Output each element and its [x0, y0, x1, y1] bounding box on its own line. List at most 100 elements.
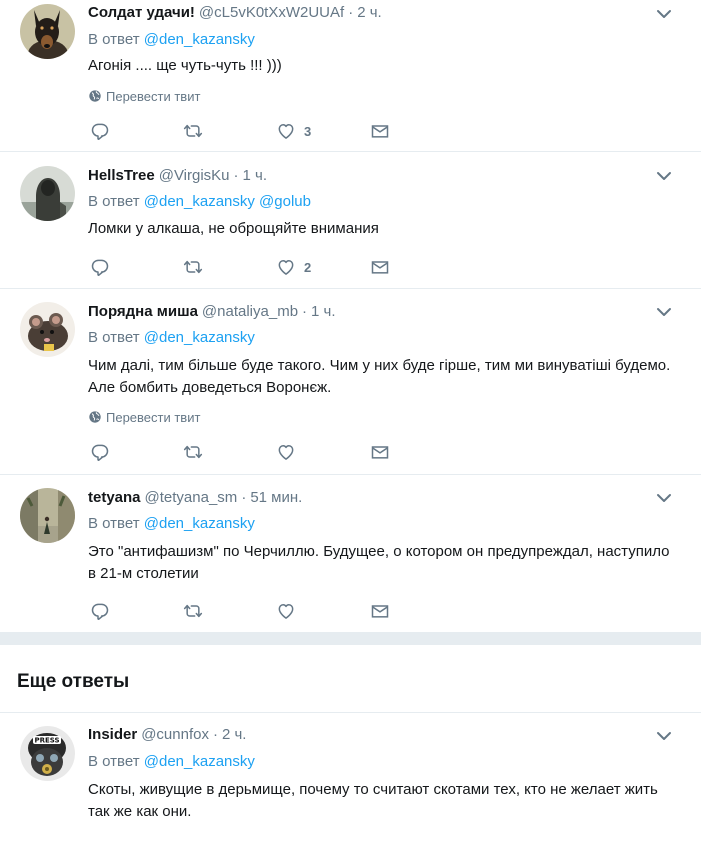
reply-prefix: В ответ: [88, 515, 140, 532]
tweet-header: Insider @cunnfox · 2 ч.: [88, 725, 246, 745]
direct-message-button[interactable]: [370, 120, 390, 142]
tweet[interactable]: Порядна миша @nataliya_mb · 1 ч. В ответ @d…: [0, 289, 701, 475]
heart-icon: [276, 601, 296, 621]
tweet-text: Агонія .... ще чуть-чуть !!! ))): [88, 57, 282, 74]
separator-dot: ·: [212, 726, 218, 743]
globe-icon: [88, 410, 102, 424]
separator-dot: ·: [348, 4, 354, 21]
retweet-button[interactable]: [183, 441, 203, 463]
gas-mask-press-avatar[interactable]: PRESS: [20, 726, 75, 781]
like-count: 2: [304, 259, 312, 275]
reply-to: В ответ @den_kazansky: [88, 30, 255, 50]
tweet-text: Скоты, живущие в дерьмище, почему то счи…: [88, 781, 658, 820]
tweet-actions: 2: [88, 256, 408, 278]
envelope-icon: [370, 121, 390, 141]
reply-prefix: В ответ: [88, 31, 140, 48]
retweet-button[interactable]: [183, 120, 203, 142]
like-count: 3: [304, 123, 312, 139]
rat-avatar[interactable]: [20, 302, 75, 357]
like-button[interactable]: [276, 441, 304, 463]
mention-link[interactable]: @den_kazansky: [144, 193, 255, 210]
tweet-header: tetyana @tetyana_sm · 51 мин.: [88, 488, 302, 508]
mention-link[interactable]: @den_kazansky: [144, 329, 255, 346]
retweet-button[interactable]: [183, 256, 203, 278]
reply-to: В ответ @den_kazansky: [88, 328, 255, 348]
timestamp[interactable]: 1 ч.: [311, 303, 336, 320]
retweet-icon: [183, 601, 203, 621]
translate-label[interactable]: Перевести твит: [106, 89, 200, 104]
tweet[interactable]: HellsTree @VirgisKu · 1 ч. В ответ @den_kaz…: [0, 152, 701, 289]
chevron-down-icon[interactable]: [654, 4, 674, 24]
retweet-icon: [183, 442, 203, 462]
tweet[interactable]: Солдат удачи! @cL5vK0tXxW2UUAf · 2 ч. В отв…: [0, 0, 701, 152]
reply-prefix: В ответ: [88, 193, 140, 210]
translate-link[interactable]: Перевести твит: [88, 410, 200, 426]
reply-button[interactable]: [90, 441, 110, 463]
retweet-icon: [183, 121, 203, 141]
author-name[interactable]: Порядна миша: [88, 303, 198, 320]
chevron-down-icon[interactable]: [654, 488, 674, 508]
author-handle[interactable]: @tetyana_sm: [145, 489, 238, 506]
retweet-button[interactable]: [183, 600, 203, 622]
timestamp[interactable]: 1 ч.: [243, 167, 268, 184]
doberman-avatar[interactable]: [20, 4, 75, 59]
like-button[interactable]: 3: [276, 120, 311, 142]
tweet-header: Солдат удачи! @cL5vK0tXxW2UUAf · 2 ч.: [88, 3, 382, 23]
author-handle[interactable]: @nataliya_mb: [202, 303, 298, 320]
heart-icon: [276, 121, 296, 141]
tweet[interactable]: PRESS Insider @cunnfox · 2 ч. В ответ @den_…: [0, 713, 701, 841]
timestamp[interactable]: 51 мин.: [250, 489, 302, 506]
direct-message-button[interactable]: [370, 441, 390, 463]
author-handle[interactable]: @cunnfox: [141, 726, 209, 743]
hooded-figure-avatar[interactable]: [20, 166, 75, 221]
more-replies-heading: Еще ответы: [17, 671, 130, 692]
chevron-down-icon[interactable]: [654, 166, 674, 186]
reply-button[interactable]: [90, 600, 110, 622]
reply-icon: [90, 601, 110, 621]
separator-dot: ·: [302, 303, 308, 320]
chevron-down-icon[interactable]: [654, 726, 674, 746]
translate-label[interactable]: Перевести твит: [106, 410, 200, 425]
separator-dot: ·: [233, 167, 239, 184]
reply-icon: [90, 121, 110, 141]
heart-icon: [276, 442, 296, 462]
globe-icon: [88, 89, 102, 103]
author-name[interactable]: Солдат удачи!: [88, 4, 195, 21]
tweet-text: Ломки у алкаша, не оброщяйте внимания: [88, 220, 379, 237]
envelope-icon: [370, 257, 390, 277]
direct-message-button[interactable]: [370, 256, 390, 278]
reply-icon: [90, 257, 110, 277]
reply-button[interactable]: [90, 120, 110, 142]
direct-message-button[interactable]: [370, 600, 390, 622]
envelope-icon: [370, 442, 390, 462]
reply-prefix: В ответ: [88, 329, 140, 346]
mention-link[interactable]: @golub: [259, 193, 311, 210]
reply-prefix: В ответ: [88, 753, 140, 770]
author-name[interactable]: HellsTree: [88, 167, 155, 184]
svg-text:PRESS: PRESS: [34, 737, 59, 745]
reply-to: В ответ @den_kazansky @golub: [88, 192, 311, 212]
street-photo-avatar[interactable]: [20, 488, 75, 543]
translate-link[interactable]: Перевести твит: [88, 89, 200, 105]
reply-icon: [90, 442, 110, 462]
tweet-actions: 3: [88, 120, 408, 142]
author-name[interactable]: tetyana: [88, 489, 141, 506]
reply-to: В ответ @den_kazansky: [88, 752, 255, 772]
author-name[interactable]: Insider: [88, 726, 137, 743]
author-handle[interactable]: @VirgisKu: [159, 167, 230, 184]
like-button[interactable]: [276, 600, 304, 622]
tweet-text: Чим далі, тим більше буде такого. Чим у …: [88, 357, 671, 396]
like-button[interactable]: 2: [276, 256, 311, 278]
author-handle[interactable]: @cL5vK0tXxW2UUAf: [199, 4, 344, 21]
mention-link[interactable]: @den_kazansky: [144, 515, 255, 532]
mention-link[interactable]: @den_kazansky: [144, 31, 255, 48]
tweet-header: HellsTree @VirgisKu · 1 ч.: [88, 166, 267, 186]
tweet[interactable]: tetyana @tetyana_sm · 51 мин. В ответ @den_…: [0, 475, 701, 632]
timestamp[interactable]: 2 ч.: [357, 4, 382, 21]
tweet-header: Порядна миша @nataliya_mb · 1 ч.: [88, 302, 336, 322]
timestamp[interactable]: 2 ч.: [222, 726, 247, 743]
reply-button[interactable]: [90, 256, 110, 278]
envelope-icon: [370, 601, 390, 621]
chevron-down-icon[interactable]: [654, 302, 674, 322]
mention-link[interactable]: @den_kazansky: [144, 753, 255, 770]
